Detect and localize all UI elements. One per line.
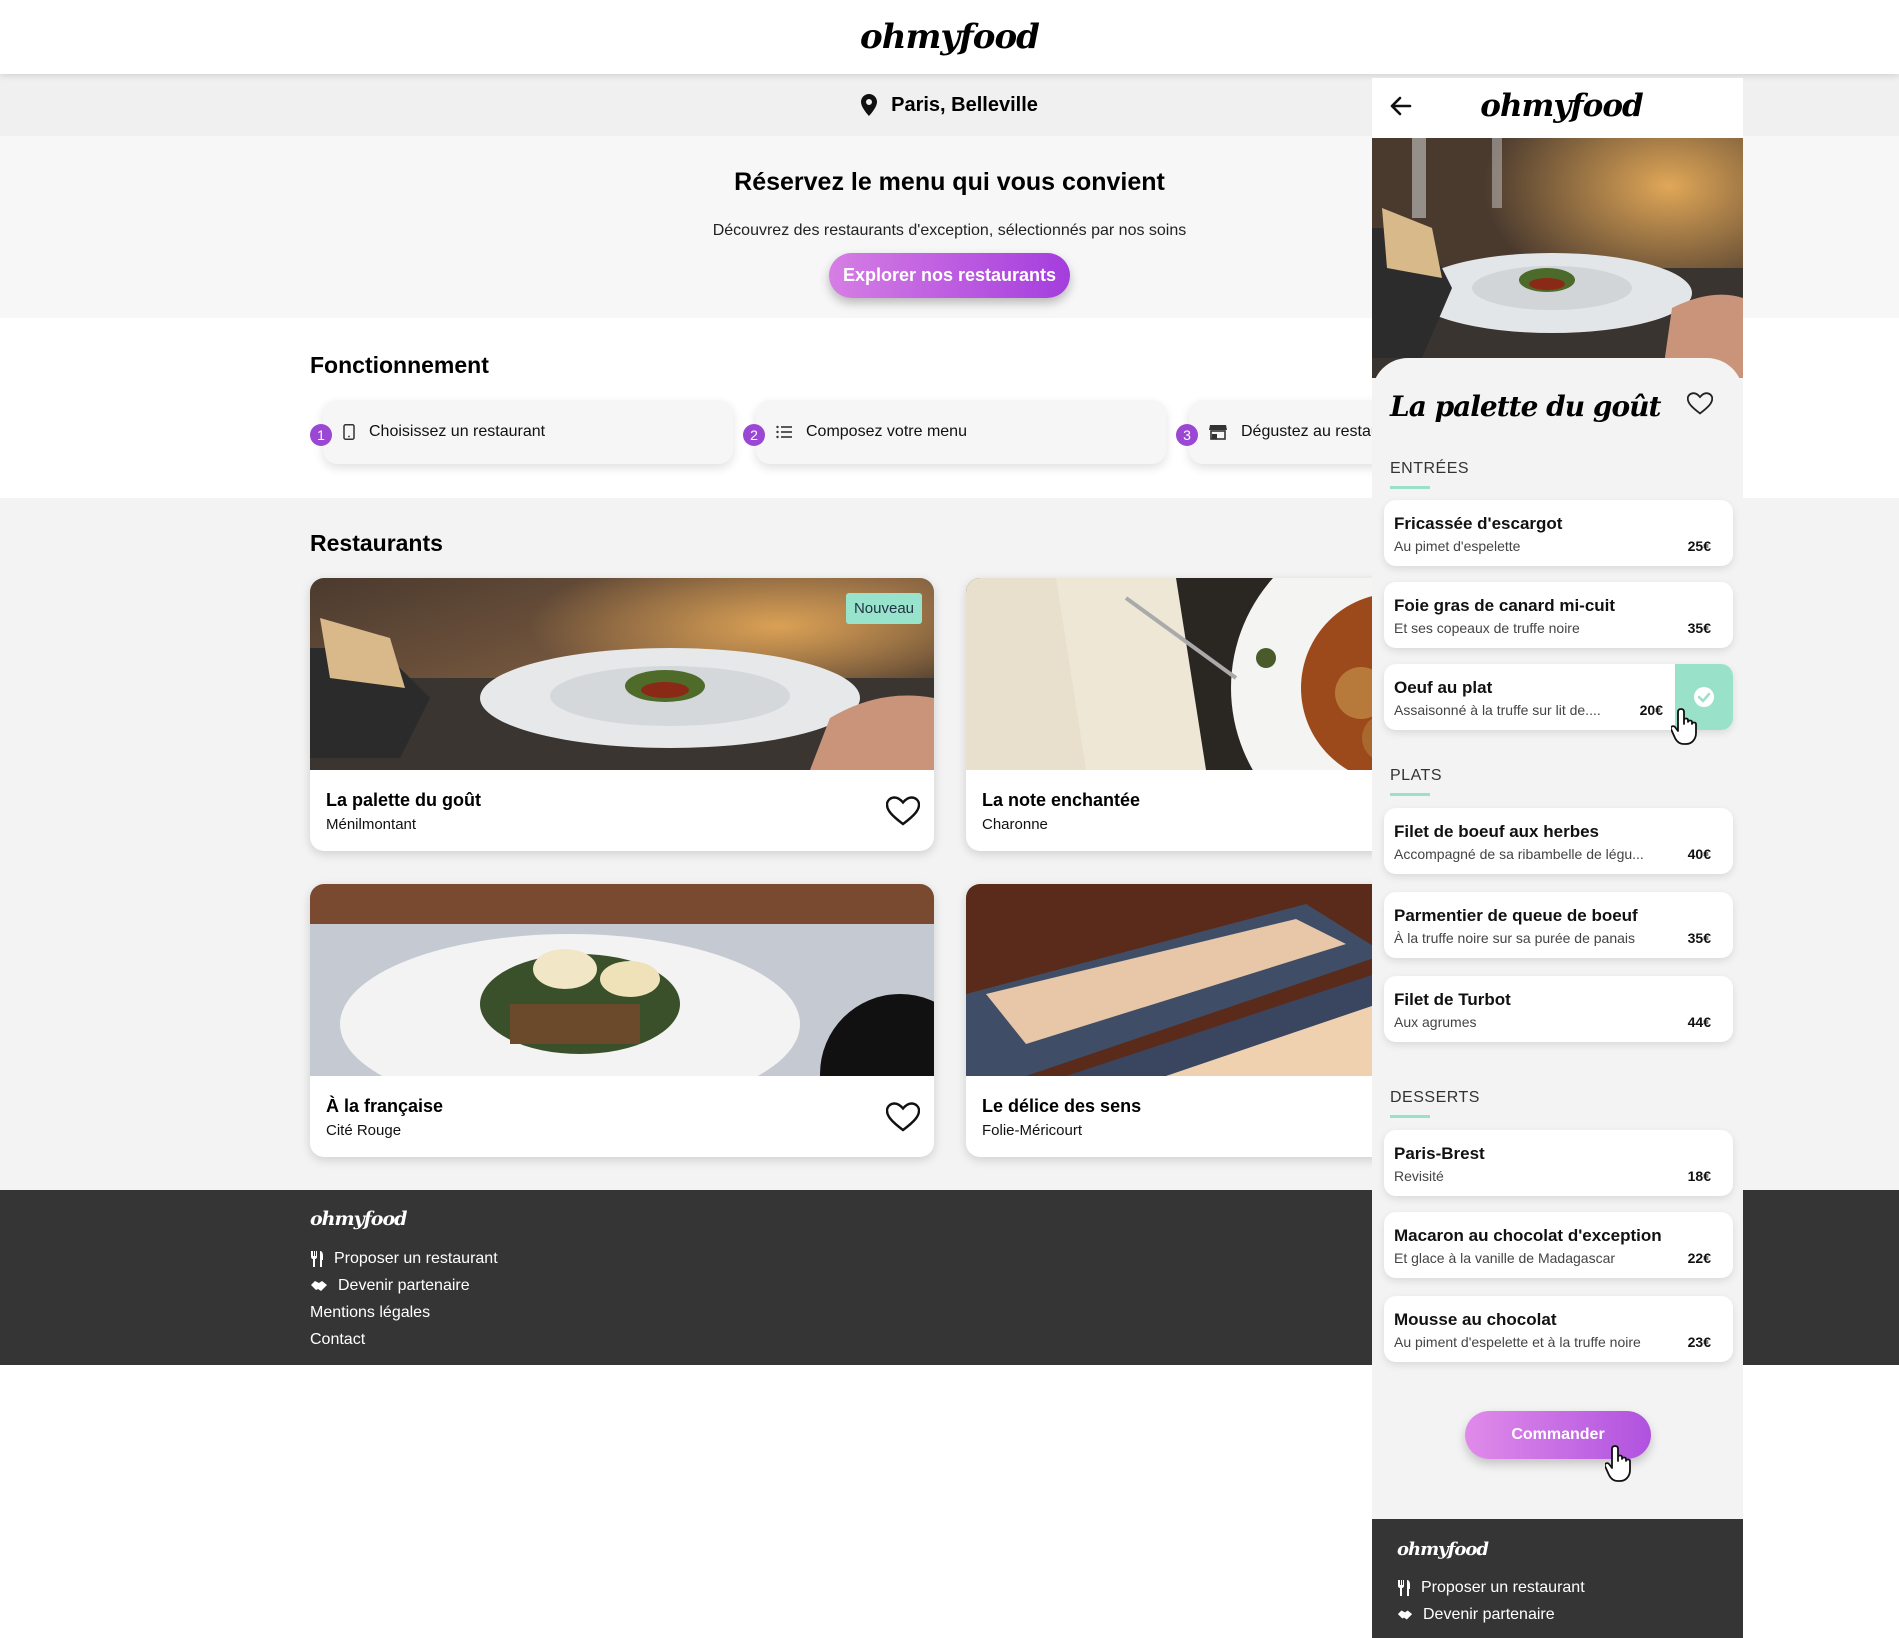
menu-item-name: Mousse au chocolat bbox=[1394, 1310, 1557, 1329]
menu-item-price: 44€ bbox=[1687, 1014, 1711, 1030]
mobile-footer-link-partner[interactable]: Devenir partenaire bbox=[1397, 1606, 1555, 1624]
step-2: 2 Composez votre menu bbox=[743, 400, 1166, 464]
step-number: 2 bbox=[743, 424, 765, 446]
restaurant-title: La palette du goût bbox=[1390, 390, 1661, 423]
mobile-menu-preview: ohmyfood La palette du goût ENTRÉES Fric… bbox=[1372, 78, 1743, 1638]
new-badge: Nouveau bbox=[845, 593, 922, 624]
restaurant-area: Cité Rouge bbox=[326, 1122, 402, 1139]
heart-icon[interactable] bbox=[886, 1102, 920, 1132]
restaurant-card[interactable]: Nouveau La palette du goût Ménilmontant bbox=[310, 578, 934, 851]
menu-item-desc: Accompagné de sa ribambelle de légu... bbox=[1394, 846, 1644, 862]
footer-logo: ohmyfood bbox=[310, 1208, 407, 1230]
step-number: 3 bbox=[1176, 424, 1198, 446]
menu-item-desc: Et ses copeaux de truffe noire bbox=[1394, 620, 1580, 636]
handshake-icon bbox=[1397, 1610, 1413, 1620]
menu-item-price: 35€ bbox=[1687, 620, 1711, 636]
menu-item-desc: À la truffe noire sur sa purée de panais bbox=[1394, 930, 1636, 946]
step-number: 1 bbox=[310, 424, 332, 446]
menu-item[interactable]: Fricassée d'escargot Au pimet d'espelett… bbox=[1384, 500, 1733, 566]
menu-item-name: Parmentier de queue de boeuf bbox=[1394, 906, 1638, 925]
restaurant-area: Folie-Méricourt bbox=[982, 1122, 1083, 1139]
mobile-header: ohmyfood bbox=[1372, 78, 1743, 138]
heart-icon[interactable] bbox=[1687, 392, 1713, 415]
mobile-footer-logo: ohmyfood bbox=[1397, 1539, 1489, 1560]
restaurant-area: Ménilmontant bbox=[326, 816, 417, 833]
restaurant-name: Le délice des sens bbox=[982, 1096, 1142, 1116]
menu-item-price: 40€ bbox=[1687, 846, 1711, 862]
list-icon bbox=[776, 425, 792, 439]
footer-link-propose[interactable]: Proposer un restaurant bbox=[310, 1250, 498, 1268]
mobile-footer: ohmyfood Proposer un restaurant Devenir … bbox=[1372, 1519, 1743, 1638]
menu-item[interactable]: Parmentier de queue de boeuf À la truffe… bbox=[1384, 892, 1733, 958]
menu-item-name: Foie gras de canard mi-cuit bbox=[1394, 596, 1616, 615]
site-logo[interactable]: ohmyfood bbox=[860, 17, 1040, 57]
restaurant-name: À la française bbox=[326, 1096, 444, 1116]
menu-item-price: 20€ bbox=[1639, 702, 1663, 718]
restaurant-name: La palette du goût bbox=[326, 790, 481, 810]
mobile-logo[interactable]: ohmyfood bbox=[1372, 88, 1743, 124]
footer-link-contact[interactable]: Contact bbox=[310, 1331, 365, 1349]
restaurant-name: La note enchantée bbox=[982, 790, 1141, 810]
menu-item-name: Paris-Brest bbox=[1394, 1144, 1485, 1163]
section-desserts: DESSERTS bbox=[1390, 1089, 1480, 1118]
menu-item-price: 22€ bbox=[1687, 1250, 1711, 1266]
menu-item-price: 18€ bbox=[1687, 1168, 1711, 1184]
menu-item-name: Macaron au chocolat d'exception bbox=[1394, 1226, 1662, 1245]
menu-item-name: Filet de Turbot bbox=[1394, 990, 1511, 1009]
footer-link-partner[interactable]: Devenir partenaire bbox=[310, 1277, 470, 1295]
check-circle-icon bbox=[1694, 687, 1714, 707]
menu-item-name: Oeuf au plat bbox=[1394, 678, 1493, 697]
phone-icon bbox=[343, 424, 355, 440]
restaurant-photo bbox=[310, 578, 934, 770]
restaurant-area: Charonne bbox=[982, 816, 1048, 833]
menu-item[interactable]: Paris-Brest Revisité 18€ bbox=[1384, 1130, 1733, 1196]
step-label: Choisissez un restaurant bbox=[369, 423, 546, 440]
menu-item-name: Fricassée d'escargot bbox=[1394, 514, 1563, 533]
menu-item-price: 35€ bbox=[1687, 930, 1711, 946]
cutlery-icon bbox=[1398, 1580, 1410, 1596]
menu-item-desc: Et glace à la vanille de Madagascar bbox=[1394, 1250, 1616, 1266]
menu-item[interactable]: Mousse au chocolat Au piment d'espelette… bbox=[1384, 1296, 1733, 1362]
location-pin-icon bbox=[861, 94, 878, 116]
menu-item-desc: Revisité bbox=[1394, 1168, 1444, 1184]
menu-item[interactable]: Macaron au chocolat d'exception Et glace… bbox=[1384, 1212, 1733, 1278]
footer-link-legal[interactable]: Mentions légales bbox=[310, 1304, 430, 1322]
restaurant-photo bbox=[310, 884, 934, 1076]
heart-icon[interactable] bbox=[886, 796, 920, 826]
cutlery-icon bbox=[311, 1251, 323, 1267]
menu-item-desc: Aux agrumes bbox=[1394, 1014, 1477, 1030]
store-icon bbox=[1209, 425, 1227, 440]
menu-item-name: Filet de boeuf aux herbes bbox=[1394, 822, 1599, 841]
step-label: Composez votre menu bbox=[806, 423, 967, 440]
hand-cursor-icon bbox=[1605, 1445, 1631, 1482]
menu-item[interactable]: Foie gras de canard mi-cuit Et ses copea… bbox=[1384, 582, 1733, 648]
section-entrees: ENTRÉES bbox=[1390, 460, 1470, 489]
mobile-footer-link-propose[interactable]: Proposer un restaurant bbox=[1397, 1579, 1585, 1597]
how-title: Fonctionnement bbox=[310, 352, 489, 378]
handshake-icon bbox=[311, 1281, 327, 1291]
site-header: ohmyfood bbox=[0, 0, 1899, 74]
section-plats: PLATS bbox=[1390, 767, 1442, 796]
menu-item-desc: Assaisonné à la truffe sur lit de.... bbox=[1394, 702, 1601, 718]
menu-item[interactable]: Filet de boeuf aux herbes Accompagné de … bbox=[1384, 808, 1733, 874]
step-1: 1 Choisissez un restaurant bbox=[310, 400, 733, 464]
menu-item[interactable]: Filet de Turbot Aux agrumes 44€ bbox=[1384, 976, 1733, 1042]
location-text: Paris, Belleville bbox=[891, 93, 1038, 116]
menu-item-price: 25€ bbox=[1687, 538, 1711, 554]
hand-cursor-icon bbox=[1671, 708, 1697, 745]
menu-item-price: 23€ bbox=[1687, 1334, 1711, 1350]
restaurant-hero-photo bbox=[1372, 138, 1743, 378]
restaurants-title: Restaurants bbox=[310, 530, 443, 556]
menu-item-desc: Au piment d'espelette et à la truffe noi… bbox=[1394, 1334, 1641, 1350]
explore-restaurants-button[interactable]: Explorer nos restaurants bbox=[829, 253, 1070, 298]
menu-item-desc: Au pimet d'espelette bbox=[1394, 538, 1521, 554]
restaurant-card[interactable]: À la française Cité Rouge bbox=[310, 884, 934, 1157]
